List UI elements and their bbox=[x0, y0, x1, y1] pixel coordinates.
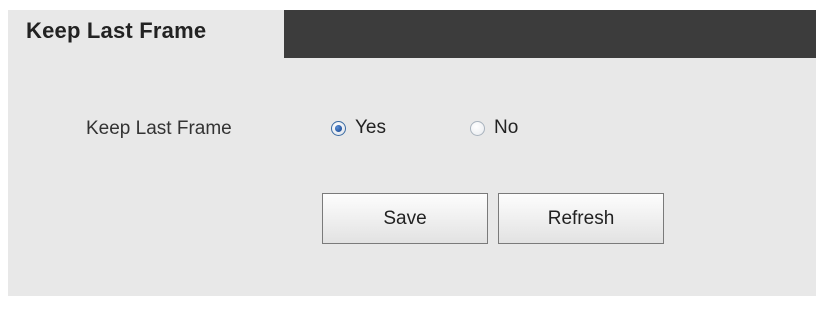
radio-yes-label[interactable]: Yes bbox=[355, 117, 386, 139]
radio-no[interactable]: No bbox=[470, 116, 518, 140]
radio-yes[interactable]: Yes bbox=[331, 116, 386, 140]
keep-last-frame-label: Keep Last Frame bbox=[86, 118, 232, 139]
settings-panel bbox=[8, 58, 816, 296]
radio-unselected-icon[interactable] bbox=[470, 120, 485, 136]
radio-no-label[interactable]: No bbox=[494, 117, 518, 139]
refresh-button[interactable]: Refresh bbox=[498, 193, 664, 244]
keep-last-frame-page: Keep Last Frame Keep Last Frame Yes No S… bbox=[0, 0, 816, 324]
page-title: Keep Last Frame bbox=[26, 18, 207, 43]
save-button[interactable]: Save bbox=[322, 193, 488, 244]
radio-selected-icon[interactable] bbox=[331, 120, 346, 136]
